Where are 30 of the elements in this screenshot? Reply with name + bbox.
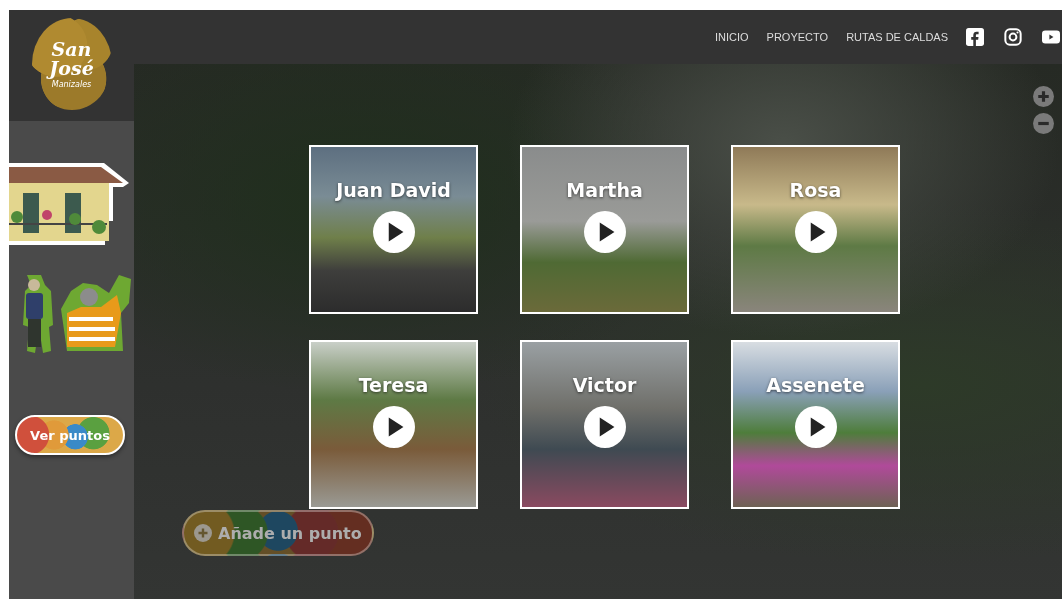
story-name: Assenete — [766, 374, 865, 396]
play-icon[interactable] — [583, 406, 626, 448]
story-card[interactable]: Juan David — [309, 145, 478, 314]
story-card[interactable]: Victor — [520, 340, 689, 509]
story-name: Juan David — [336, 179, 451, 201]
logo[interactable]: San José Manizales — [31, 18, 112, 110]
nav-link[interactable]: RUTAS DE CALDAS — [846, 31, 948, 43]
plus-icon — [194, 524, 212, 542]
play-icon[interactable] — [583, 211, 626, 253]
facebook-icon[interactable] — [966, 28, 984, 46]
zoom-in-icon[interactable] — [1033, 86, 1054, 107]
play-icon[interactable] — [794, 211, 837, 253]
zoom-out-icon[interactable] — [1033, 113, 1054, 134]
story-name: Rosa — [789, 179, 842, 201]
story-card[interactable]: Rosa — [731, 145, 900, 314]
story-card[interactable]: Assenete — [731, 340, 900, 509]
play-icon[interactable] — [372, 211, 415, 253]
add-point-button[interactable]: Añade un punto — [182, 510, 374, 556]
play-icon[interactable] — [794, 406, 837, 448]
play-icon[interactable] — [372, 406, 415, 448]
video-play-icon[interactable] — [1042, 28, 1060, 46]
nav-link[interactable]: INICIO — [714, 31, 749, 43]
instagram-icon[interactable] — [1004, 28, 1022, 46]
story-card[interactable]: Teresa — [309, 340, 478, 509]
story-name: Martha — [566, 179, 643, 201]
view-points-button[interactable]: Ver puntos — [15, 415, 125, 455]
story-name: Teresa — [358, 374, 429, 396]
nav-link[interactable]: PROYECTO — [766, 31, 829, 43]
story-card[interactable]: Martha — [520, 145, 689, 314]
story-name: Victor — [572, 374, 637, 396]
